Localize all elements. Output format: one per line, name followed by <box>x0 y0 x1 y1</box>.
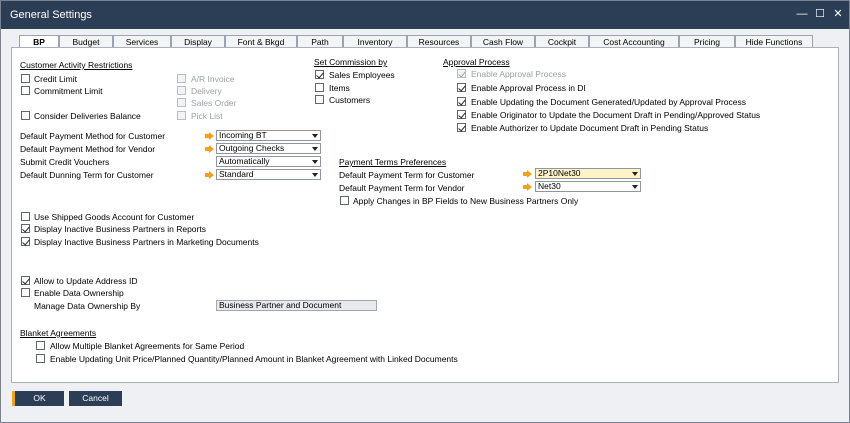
customers-checkbox[interactable] <box>315 95 324 104</box>
vouchers-dropdown[interactable]: Automatically <box>216 156 321 167</box>
approval-originator-label: Enable Originator to Update the Document… <box>471 110 761 120</box>
approval-updating-checkbox[interactable] <box>457 97 466 106</box>
manage-ownership-field: Business Partner and Document <box>216 300 377 311</box>
link-arrow-icon[interactable] <box>523 183 532 191</box>
link-arrow-icon[interactable] <box>205 171 214 179</box>
shipped-goods-checkbox[interactable] <box>21 212 30 221</box>
pt-vendor-value: Net30 <box>538 181 561 191</box>
apply-changes-checkbox[interactable] <box>340 196 349 205</box>
approval-authorizer-label: Enable Authorizer to Update Document Dra… <box>471 123 709 133</box>
commitment-limit-label: Commitment Limit <box>34 86 103 96</box>
enable-approval-checkbox[interactable] <box>457 69 466 78</box>
commission-header: Set Commission by <box>314 57 388 67</box>
customers-label: Customers <box>329 95 371 105</box>
approval-authorizer-checkbox[interactable] <box>457 123 466 132</box>
items-label: Items <box>329 83 350 93</box>
vouchers-label: Submit Credit Vouchers <box>20 157 110 167</box>
enable-ownership-label: Enable Data Ownership <box>34 288 124 298</box>
pt-vendor-label: Default Payment Term for Vendor <box>339 183 465 193</box>
dropdown-arrow-icon <box>632 172 638 176</box>
blanket-header: Blanket Agreements <box>20 328 97 338</box>
items-checkbox[interactable] <box>315 83 324 92</box>
pm-customer-value: Incoming BT <box>219 130 267 140</box>
close-icon[interactable]: ✕ <box>831 7 845 21</box>
blanket-updating-checkbox[interactable] <box>36 354 45 363</box>
manage-ownership-label: Manage Data Ownership By <box>34 301 141 311</box>
pick-list-checkbox[interactable] <box>177 111 186 120</box>
pt-customer-value: 2P10Net30 <box>538 168 581 178</box>
dropdown-arrow-icon <box>632 185 638 189</box>
customer-activity-header: Customer Activity Restrictions <box>20 60 133 70</box>
dropdown-arrow-icon <box>312 173 318 177</box>
approval-di-checkbox[interactable] <box>457 83 466 92</box>
cancel-button[interactable]: Cancel <box>69 391 122 406</box>
enable-ownership-checkbox[interactable] <box>21 288 30 297</box>
pt-customer-dropdown[interactable]: 2P10Net30 <box>535 168 641 179</box>
pt-vendor-dropdown[interactable]: Net30 <box>535 181 641 192</box>
link-arrow-icon[interactable] <box>523 170 532 178</box>
sales-employees-checkbox[interactable] <box>315 70 324 79</box>
maximize-icon[interactable]: ☐ <box>813 7 827 21</box>
ar-invoice-checkbox[interactable] <box>177 74 186 83</box>
dunning-dropdown[interactable]: Standard <box>216 169 321 180</box>
pm-customer-dropdown[interactable]: Incoming BT <box>216 130 321 141</box>
sales-employees-label: Sales Employees <box>329 70 395 80</box>
blanket-updating-label: Enable Updating Unit Price/Planned Quant… <box>50 354 458 364</box>
payment-terms-header: Payment Terms Preferences <box>339 157 447 167</box>
apply-changes-label: Apply Changes in BP Fields to New Busine… <box>353 196 579 206</box>
dropdown-arrow-icon <box>312 147 318 151</box>
approval-originator-checkbox[interactable] <box>457 110 466 119</box>
inactive-marketing-checkbox[interactable] <box>21 237 30 246</box>
approval-updating-label: Enable Updating the Document Generated/U… <box>471 97 747 107</box>
shipped-goods-label: Use Shipped Goods Account for Customer <box>34 212 195 222</box>
general-settings-window: General Settings — ☐ ✕ BP Budget Service… <box>0 0 850 423</box>
dropdown-arrow-icon <box>312 160 318 164</box>
minimize-icon[interactable]: — <box>795 7 809 21</box>
delivery-label: Delivery <box>191 86 222 96</box>
dunning-value: Standard <box>219 169 254 179</box>
allow-address-label: Allow to Update Address ID <box>34 276 138 286</box>
ar-invoice-label: A/R Invoice <box>191 74 235 84</box>
inactive-marketing-label: Display Inactive Business Partners in Ma… <box>34 237 259 247</box>
consider-deliveries-checkbox[interactable] <box>21 111 30 120</box>
link-arrow-icon[interactable] <box>205 132 214 140</box>
dropdown-arrow-icon <box>312 134 318 138</box>
delivery-checkbox[interactable] <box>177 86 186 95</box>
ok-button[interactable]: OK <box>12 391 64 406</box>
credit-limit-label: Credit Limit <box>34 74 77 84</box>
vouchers-value: Automatically <box>219 156 270 166</box>
allow-address-checkbox[interactable] <box>21 276 30 285</box>
dunning-label: Default Dunning Term for Customer <box>20 170 154 180</box>
allow-multiple-checkbox[interactable] <box>36 341 45 350</box>
sales-order-label: Sales Order <box>191 98 237 108</box>
approval-di-label: Enable Approval Process in DI <box>471 83 586 93</box>
window-title: General Settings <box>10 9 92 21</box>
enable-approval-label: Enable Approval Process <box>471 69 566 79</box>
consider-deliveries-label: Consider Deliveries Balance <box>34 111 141 121</box>
credit-limit-checkbox[interactable] <box>21 74 30 83</box>
pm-customer-label: Default Payment Method for Customer <box>20 131 166 141</box>
inactive-reports-label: Display Inactive Business Partners in Re… <box>34 224 206 234</box>
sales-order-checkbox[interactable] <box>177 98 186 107</box>
title-bar[interactable]: General Settings — ☐ ✕ <box>1 1 849 29</box>
pm-vendor-value: Outgoing Checks <box>219 143 285 153</box>
approval-header: Approval Process <box>443 57 510 67</box>
pt-customer-label: Default Payment Term for Customer <box>339 170 475 180</box>
inactive-reports-checkbox[interactable] <box>21 224 30 233</box>
pm-vendor-label: Default Payment Method for Vendor <box>20 144 156 154</box>
link-arrow-icon[interactable] <box>205 145 214 153</box>
commitment-limit-checkbox[interactable] <box>21 86 30 95</box>
pick-list-label: Pick List <box>191 111 223 121</box>
pm-vendor-dropdown[interactable]: Outgoing Checks <box>216 143 321 154</box>
allow-multiple-label: Allow Multiple Blanket Agreements for Sa… <box>50 341 245 351</box>
